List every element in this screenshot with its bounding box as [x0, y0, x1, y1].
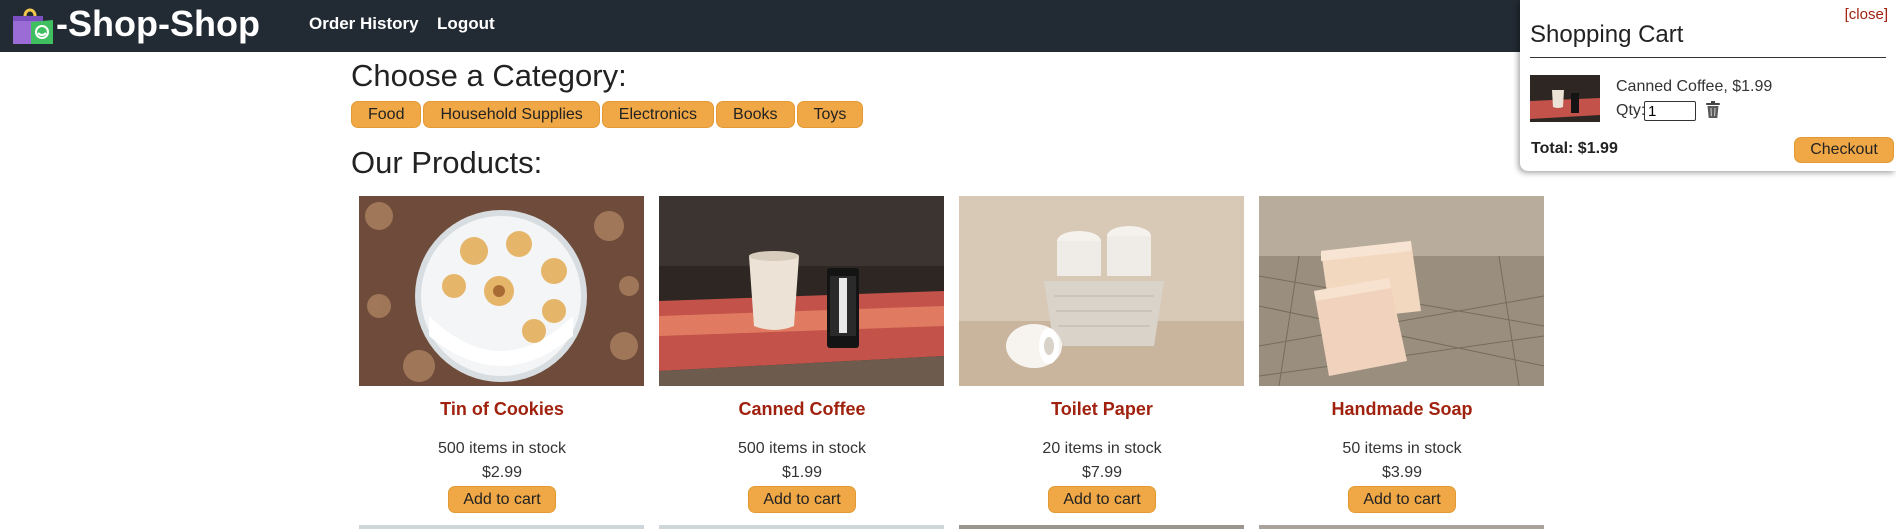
category-heading: Choose a Category: [351, 58, 627, 93]
nav-order-history[interactable]: Order History [309, 14, 419, 33]
cart-item-name: Canned Coffee, $1.99 [1616, 78, 1773, 95]
cart-close-button[interactable]: [close] [1845, 6, 1888, 23]
cart-title: Shopping Cart [1530, 21, 1684, 48]
product-stock: 500 items in stock [437, 440, 567, 457]
product-card: Toilet Paper 20 items in stock $7.99 Add… [959, 196, 1245, 513]
category-household-supplies[interactable]: Household Supplies [423, 101, 600, 128]
main-nav: Order History Logout [309, 14, 509, 34]
add-to-cart-button[interactable]: Add to cart [1048, 486, 1156, 513]
trash-icon[interactable] [1705, 101, 1721, 119]
products-heading: Our Products: [351, 145, 543, 180]
product-card: Tin of Cookies 500 items in stock $2.99 … [359, 196, 645, 513]
qty-label: Qty: [1616, 102, 1646, 119]
cart-item-image [1530, 75, 1600, 122]
product-price: $3.99 [1381, 464, 1423, 481]
brand-title[interactable]: -Shop-Shop [56, 2, 260, 46]
product-stock: 20 items in stock [1042, 440, 1162, 457]
product-stock: 500 items in stock [737, 440, 867, 457]
category-books[interactable]: Books [716, 101, 795, 128]
product-card: Canned Coffee 500 items in stock $1.99 A… [659, 196, 945, 513]
product-image [1259, 525, 1544, 529]
product-card: Handmade Soap 50 items in stock $3.99 Ad… [1259, 196, 1545, 513]
product-image[interactable] [659, 196, 944, 386]
product-name[interactable]: Toilet Paper [959, 397, 1245, 421]
category-food[interactable]: Food [351, 101, 422, 128]
product-image [359, 525, 644, 529]
product-image [959, 525, 1244, 529]
category-list: Food Household Supplies Electronics Book… [351, 101, 864, 128]
product-price: $7.99 [1081, 464, 1123, 481]
product-price: $1.99 [781, 464, 823, 481]
product-price: $2.99 [481, 464, 523, 481]
product-name[interactable]: Handmade Soap [1259, 397, 1545, 421]
cart-total: Total: $1.99 [1531, 140, 1618, 157]
shopping-cart-panel: [close] Shopping Cart Canned Coffee, $1.… [1520, 0, 1896, 171]
shopping-bag-icon[interactable] [11, 6, 55, 46]
add-to-cart-button[interactable]: Add to cart [1348, 486, 1456, 513]
divider [1530, 57, 1886, 58]
product-name[interactable]: Tin of Cookies [359, 397, 645, 421]
category-electronics[interactable]: Electronics [601, 101, 715, 128]
product-image[interactable] [959, 196, 1244, 386]
add-to-cart-button[interactable]: Add to cart [448, 486, 556, 513]
product-name[interactable]: Canned Coffee [659, 397, 945, 421]
product-stock: 50 items in stock [1342, 440, 1462, 457]
product-image[interactable] [359, 196, 644, 386]
nav-logout[interactable]: Logout [437, 14, 495, 33]
category-toys[interactable]: Toys [796, 101, 864, 128]
add-to-cart-button[interactable]: Add to cart [748, 486, 856, 513]
product-image[interactable] [1259, 196, 1544, 386]
product-image [659, 525, 944, 529]
qty-input[interactable] [1644, 101, 1696, 121]
checkout-button[interactable]: Checkout [1794, 137, 1894, 163]
